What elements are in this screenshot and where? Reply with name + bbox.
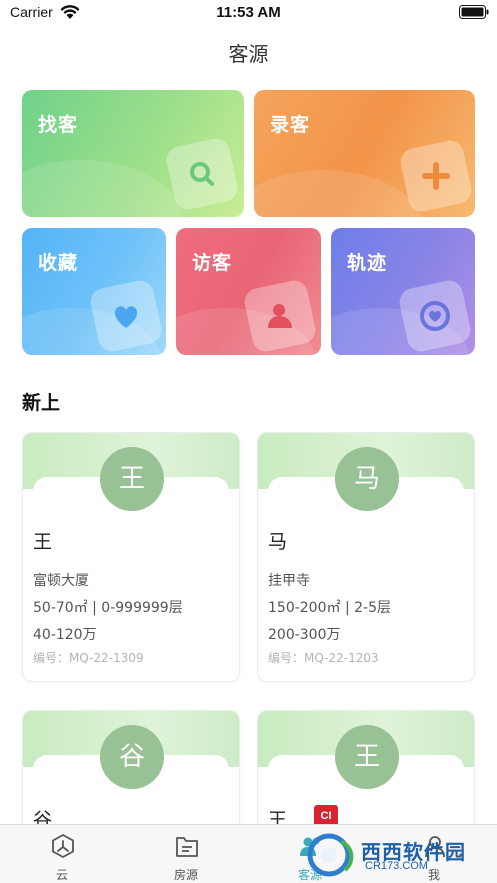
clock: 11:53 AM <box>216 4 281 21</box>
tile-favorites[interactable]: 收藏 <box>22 228 166 355</box>
customer-code: 编号：MQ-22-1309 <box>33 651 144 665</box>
customer-name: 王 <box>33 531 53 553</box>
tile-add-customer[interactable]: 录客 <box>254 90 475 217</box>
tab-listings[interactable]: 房源 <box>124 825 248 883</box>
avatar: 王 <box>100 447 164 511</box>
tile-track[interactable]: 轨迹 <box>331 228 475 355</box>
customer-price: 40-120万 <box>33 627 97 643</box>
search-icon <box>164 136 240 212</box>
person-icon <box>242 278 318 354</box>
watermark-logo: 西西软件园 CR173.COM <box>301 832 491 878</box>
section-title-new: 新上 <box>22 392 61 414</box>
tile-decoration <box>22 160 182 217</box>
tab-label: 房源 <box>173 868 198 882</box>
customer-name: 马 <box>268 531 288 553</box>
customer-area-floor: 150-200㎡ | 2-5层 <box>268 600 391 616</box>
battery-icon <box>459 5 489 19</box>
customer-source-screen: Carrier 11:53 AM 客源 找客 录客 收藏 访客 轨迹 新上 王 … <box>0 0 497 883</box>
avatar: 王 <box>335 725 399 789</box>
avatar: 马 <box>335 447 399 511</box>
tab-label: 云 <box>55 868 68 882</box>
avatar: 谷 <box>100 725 164 789</box>
customer-area-floor: 50-70㎡ | 0-999999层 <box>33 600 183 616</box>
tile-label: 访客 <box>192 252 233 274</box>
customer-building: 富顿大厦 <box>33 573 89 589</box>
heart-icon <box>88 278 164 354</box>
tile-label: 轨迹 <box>347 252 388 274</box>
tile-label: 找客 <box>38 114 79 136</box>
tile-decoration <box>254 170 424 217</box>
customer-building: 挂甲寺 <box>268 573 310 589</box>
customer-card[interactable]: 王 王 富顿大厦 50-70㎡ | 0-999999层 40-120万 编号：M… <box>22 432 240 682</box>
tile-find-customer[interactable]: 找客 <box>22 90 244 217</box>
customer-card[interactable]: 马 马 挂甲寺 150-200㎡ | 2-5层 200-300万 编号：MQ-2… <box>257 432 475 682</box>
cloud-hexagon-icon <box>52 833 74 859</box>
customer-price: 200-300万 <box>268 627 341 643</box>
watermark-emblem-icon <box>307 833 354 877</box>
plus-icon <box>398 138 474 214</box>
heart-circle-icon <box>397 278 473 354</box>
customer-code: 编号：MQ-22-1203 <box>268 651 379 665</box>
tile-label: 收藏 <box>38 252 79 274</box>
watermark-subtext: CR173.COM <box>365 860 428 872</box>
tab-cloud[interactable]: 云 <box>0 825 124 883</box>
page-title: 客源 <box>228 42 269 66</box>
tile-visitors[interactable]: 访客 <box>176 228 321 355</box>
status-bar: Carrier 11:53 AM <box>0 0 497 26</box>
document-icon <box>176 837 198 857</box>
tile-label: 录客 <box>270 114 311 136</box>
